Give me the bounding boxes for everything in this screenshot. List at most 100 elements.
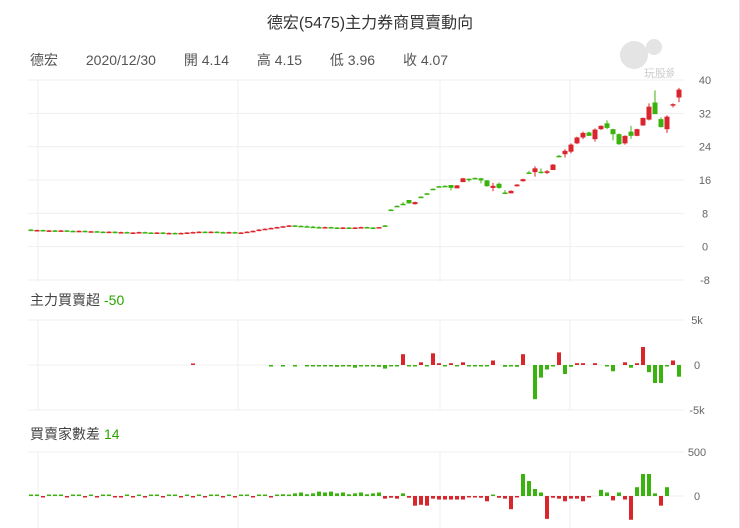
net-buy-bar [653,365,657,383]
candle-body [676,89,682,98]
net-buy-bar [389,365,393,367]
count-diff-bar [125,494,129,496]
candle-body [112,231,118,234]
net-buy-bar [449,363,453,365]
candle-body [466,178,472,181]
y-tick-label: 0 [694,360,700,372]
candle-body [568,144,574,152]
net-buy-bar [671,360,675,365]
count-diff-bar [527,481,531,496]
count-diff-bar [395,496,399,499]
count-diff-bar [401,493,405,496]
net-buy-bar [509,365,513,367]
net-buy-bar [533,365,537,400]
count-diff-bar [641,474,645,496]
candle-body [76,230,82,233]
candle-body [352,227,358,229]
net-buy-bar [455,365,459,367]
count-diff-bar [353,493,357,496]
count-diff-bar [599,489,603,496]
count-diff-bar [257,494,261,496]
count-diff-bar [407,496,411,498]
count-diff-bar [557,496,561,499]
net-buy-bar [539,365,543,378]
candle-body [292,225,298,227]
net-buy-bar [629,365,633,368]
candle-body [394,205,400,208]
net-buy-bar [593,363,597,365]
count-diff-bar [569,496,573,499]
candle-body [202,231,208,234]
count-diff-bar [611,496,615,501]
net-buy-bar [473,365,477,367]
count-diff-bar [143,496,147,498]
candle-body [118,232,124,234]
candle-body [46,230,52,232]
candle-body [130,232,136,234]
candle-body [262,228,268,231]
net-buy-bar [407,365,411,367]
candle-body [574,137,580,144]
net-buy-bar [647,365,651,373]
net-buy-bar [425,365,429,367]
candle-body [172,232,178,235]
candle-body [544,171,550,173]
candle-body [490,185,496,188]
count-diff-bar [287,494,291,496]
count-diff-bar [191,496,195,498]
candle-body [88,231,94,233]
candle-body [610,129,616,135]
net-buy-bar [581,363,585,365]
candle-body [652,102,658,115]
net-buy-bar [569,365,573,367]
net-buy-bar [323,365,327,367]
candle-body [238,232,244,234]
y-tick-label: 40 [699,75,711,87]
net-buy-bar [419,362,423,365]
net-buy-bar [623,362,627,365]
candle-body [148,232,154,234]
candle-body [208,231,214,234]
count-diff-bar [179,496,183,498]
candle-body [334,227,340,229]
candle-body [34,230,40,232]
count-diff-bar [359,492,363,496]
count-diff-bar [263,494,267,496]
count-diff-bar [629,496,633,520]
count-diff-bar [419,496,423,505]
count-diff-bar [365,494,369,496]
count-diff-bar [581,496,585,502]
candle-body [580,132,586,138]
candle-body [364,227,370,229]
count-diff-bar [299,492,303,496]
count-diff-bar [119,496,123,498]
net-buy-bar [401,354,405,365]
count-diff-bar [425,496,429,506]
candle-body [286,225,292,227]
count-diff-bar [455,496,459,500]
count-diff-bar [473,496,477,498]
count-diff-bar [329,491,333,496]
count-diff-bar [83,496,87,498]
count-diff-bar [41,496,45,498]
count-diff-bar [305,494,309,496]
count-diff-bar [227,494,231,496]
net-buy-bar [329,365,333,367]
count-diff-bar [413,496,417,506]
candle-body [310,226,316,229]
count-diff-bar [461,496,465,500]
candle-body [256,229,262,232]
count-diff-bar [371,493,375,496]
count-diff-bar [551,496,555,498]
candle-body [538,171,544,174]
net-buy-bar [605,365,609,367]
count-diff-bar [431,496,435,499]
count-diff-bar [29,494,33,496]
count-diff-bar [533,488,537,496]
count-diff-bar [233,496,237,498]
count-diff-bar [443,496,447,500]
count-diff-bar [491,494,495,496]
candle-body [70,230,76,233]
candle-body [460,178,466,183]
count-diff-bar [587,496,591,498]
